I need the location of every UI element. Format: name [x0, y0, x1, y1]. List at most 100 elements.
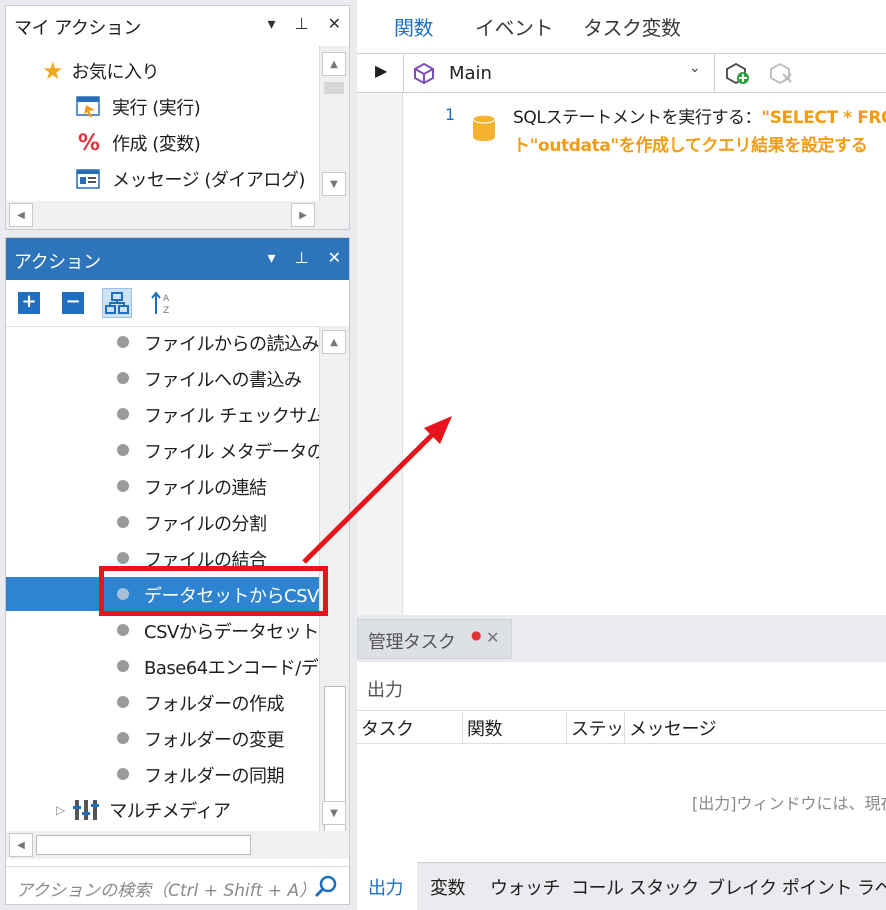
my-actions-title: マイ アクション: [14, 18, 141, 39]
action-search-box[interactable]: アクションの検索（Ctrl + Shift + A）: [6, 866, 349, 904]
plus-icon: +: [18, 292, 40, 314]
scroll-up-icon[interactable]: ▲: [322, 52, 346, 76]
function-select-value: Main: [449, 62, 492, 84]
divider: [714, 54, 715, 92]
close-icon[interactable]: ✕: [486, 628, 499, 647]
bullet-icon: [117, 336, 129, 348]
expand-all-button[interactable]: +: [14, 288, 44, 318]
scroll-left-icon[interactable]: ◀: [9, 203, 33, 227]
favorites-node[interactable]: ★ お気に入り: [42, 56, 160, 86]
unsaved-dot-icon: ●: [471, 628, 482, 642]
output-empty-message: [出力]ウィンドウには、現在: [692, 794, 886, 813]
step-text-line-b: ト"outdata"を作成してクエリ結果を設定する: [513, 136, 868, 156]
tab-call-stack[interactable]: コール スタック: [571, 874, 699, 900]
hierarchy-icon: [105, 292, 129, 314]
action-item[interactable]: ファイルへの書込み: [6, 361, 326, 395]
favorites-label: お気に入り: [71, 62, 160, 83]
sort-button[interactable]: A Z: [148, 288, 178, 318]
action-item[interactable]: ファイルの連結: [6, 469, 326, 503]
col-task[interactable]: タスク: [357, 712, 463, 744]
scroll-thumb[interactable]: [324, 82, 344, 94]
mgmt-tab-strip: 管理タスク ● ✕: [357, 615, 886, 665]
step-line-1[interactable]: 1 SQLステートメントを実行する："SELECT * FROM ト"outda…: [403, 93, 886, 156]
actions-hscroll[interactable]: ◀: [6, 831, 349, 859]
run-arrow-icon[interactable]: ▶: [375, 61, 387, 80]
fav-action-run[interactable]: 実行 (実行): [76, 92, 201, 122]
tab-task-variables[interactable]: タスク変数: [583, 12, 681, 41]
actions-title: アクション: [14, 252, 101, 273]
my-actions-vscroll[interactable]: ▲ ▼: [319, 46, 349, 201]
action-item[interactable]: Base64エンコード/デコ: [6, 649, 336, 683]
action-item[interactable]: フォルダーの作成: [6, 685, 326, 719]
tab-variables[interactable]: 変数: [430, 874, 466, 900]
action-item[interactable]: CSVからデータセット: [6, 613, 326, 647]
close-icon[interactable]: ✕: [328, 248, 341, 267]
tab-functions[interactable]: 関数: [394, 12, 434, 41]
bullet-icon: [117, 408, 129, 420]
fav-action-run-label: 実行 (実行): [112, 98, 201, 119]
action-item[interactable]: ファイルの分割: [6, 505, 326, 539]
step-action-name: SQLステートメントを実行する：: [513, 108, 762, 128]
hscroll-thumb[interactable]: [36, 835, 251, 855]
line-number: 1: [445, 105, 456, 124]
tab-watch[interactable]: ウォッチ: [490, 874, 561, 900]
actions-titlebar: アクション ▾ ⊥ ✕: [6, 238, 349, 280]
bullet-icon: [117, 732, 129, 744]
run-icon: [76, 96, 100, 117]
dropdown-icon[interactable]: ▾: [267, 248, 275, 267]
tab-breakpoints[interactable]: ブレイク ポイント: [707, 874, 852, 900]
tab-management-label: 管理タスク: [368, 632, 456, 653]
multimedia-icon: [73, 800, 100, 820]
collapse-all-button[interactable]: −: [58, 288, 88, 318]
expand-arrow-icon: ▷: [56, 803, 66, 817]
minus-icon: −: [62, 292, 84, 314]
bullet-icon: [117, 372, 129, 384]
svg-text:Z: Z: [163, 306, 169, 316]
bullet-icon: [117, 444, 129, 456]
action-item[interactable]: フォルダーの同期: [6, 757, 326, 791]
category-multimedia-label: マルチメディア: [109, 801, 231, 822]
scroll-left-icon[interactable]: ◀: [9, 833, 33, 857]
action-item[interactable]: ファイルからの読込み: [6, 325, 326, 359]
col-step[interactable]: ステップ: [567, 712, 625, 744]
step-text-line-a: SQLステートメントを実行する："SELECT * FROM: [513, 103, 886, 128]
search-icon[interactable]: [314, 875, 338, 899]
pin-icon[interactable]: ⊥: [295, 14, 309, 33]
category-multimedia[interactable]: ▷ マルチメディア: [56, 793, 231, 827]
close-icon[interactable]: ✕: [328, 14, 341, 33]
sort-az-icon: A Z: [151, 291, 170, 316]
action-item[interactable]: ファイル メタデータの取: [6, 433, 342, 467]
search-input[interactable]: アクションの検索（Ctrl + Shift + A）: [16, 876, 306, 901]
delete-function-icon[interactable]: [769, 62, 795, 86]
scroll-up-icon[interactable]: ▲: [322, 330, 346, 354]
message-dialog-icon: [76, 169, 100, 189]
bullet-icon: [117, 480, 129, 492]
group-view-button[interactable]: [102, 288, 132, 318]
action-item[interactable]: フォルダーの変更: [6, 721, 326, 755]
tab-management-tasks[interactable]: 管理タスク ● ✕: [357, 619, 512, 659]
scroll-right-icon[interactable]: ▶: [291, 203, 315, 227]
bullet-icon: [117, 516, 129, 528]
function-select[interactable]: Main ⌄: [413, 58, 713, 88]
highlight-box: [99, 566, 328, 616]
cube-icon: [414, 62, 434, 84]
tab-events[interactable]: イベント: [475, 12, 554, 41]
dropdown-icon[interactable]: ▾: [267, 14, 275, 33]
pin-icon[interactable]: ⊥: [295, 248, 309, 267]
add-function-icon[interactable]: [725, 62, 751, 86]
my-actions-panel: マイ アクション ▾ ⊥ ✕ ★ お気に入り 実行 (実行) % 作成 (変数)…: [5, 5, 350, 230]
fav-action-message-label: メッセージ (ダイアログ): [112, 170, 305, 191]
tab-output[interactable]: 出力: [368, 874, 404, 900]
col-function[interactable]: 関数: [463, 712, 567, 744]
step-sql-value: "SELECT * FROM: [761, 108, 886, 128]
fav-action-message[interactable]: メッセージ (ダイアログ): [76, 164, 305, 194]
tab-labels[interactable]: ラベ: [857, 874, 886, 900]
action-item[interactable]: ファイル チェックサムの: [6, 397, 342, 431]
scroll-down-icon[interactable]: ▼: [322, 801, 346, 825]
col-message[interactable]: メッセージ: [625, 712, 886, 744]
bullet-icon: [117, 552, 129, 564]
fav-action-create-var[interactable]: % 作成 (変数): [78, 128, 201, 158]
scroll-down-icon[interactable]: ▼: [322, 172, 346, 196]
my-actions-hscroll[interactable]: ◀ ▶: [6, 201, 349, 229]
fav-action-create-var-label: 作成 (変数): [112, 134, 201, 155]
